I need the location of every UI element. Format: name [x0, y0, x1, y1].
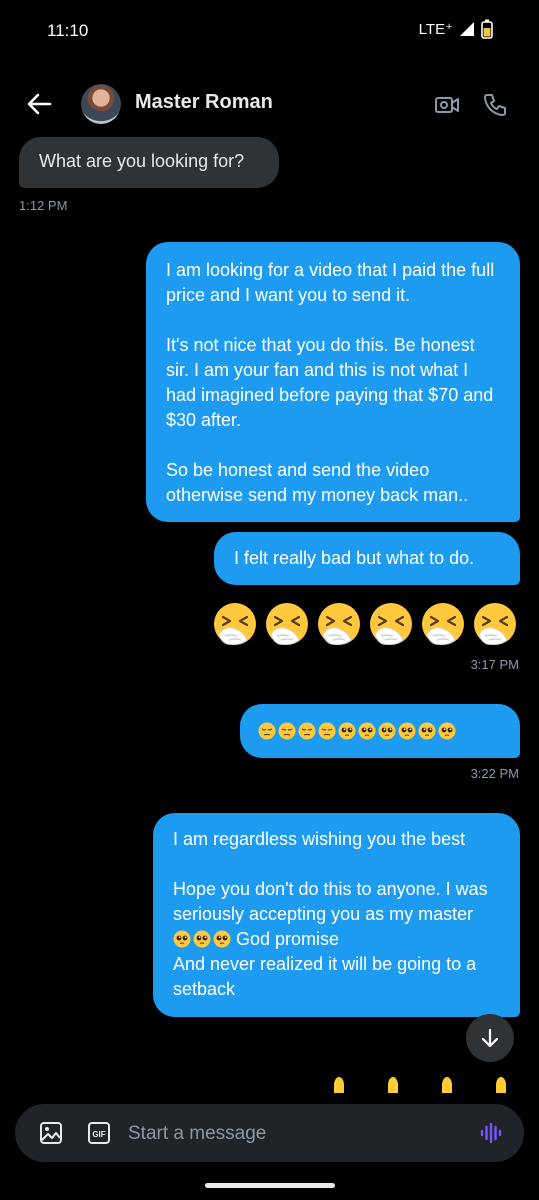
- message-paragraph: So be honest and send the video otherwis…: [166, 460, 469, 505]
- pleading-face-icon: [398, 722, 416, 740]
- pleading-face-icon: [418, 722, 436, 740]
- status-time: 11:10: [47, 21, 89, 40]
- pensive-face-icon: [318, 722, 336, 740]
- message-paragraph: I am regardless wishing you the best: [173, 829, 466, 849]
- sneezing-face-icon: [214, 603, 256, 645]
- pensive-face-icon: [258, 722, 276, 740]
- message-text: I felt really bad but what to do.: [234, 548, 475, 568]
- pleading-face-icon: [193, 930, 211, 948]
- emoji-partial: [442, 1077, 452, 1093]
- status-bar: 11:10 LTE⁺: [0, 0, 539, 60]
- incoming-message[interactable]: What are you looking for?: [19, 137, 279, 188]
- message-timestamp: 1:12 PM: [19, 198, 68, 213]
- message-text: What are you looking for?: [39, 151, 245, 171]
- emoji-partial: [496, 1077, 506, 1093]
- message-timestamp: 3:22 PM: [470, 766, 519, 781]
- phone-call-icon[interactable]: [481, 91, 509, 119]
- emoji-partial: [388, 1077, 398, 1093]
- message-paragraph: Hope you don't do this to anyone. I was …: [173, 877, 500, 952]
- video-call-icon[interactable]: [433, 91, 461, 119]
- status-icons: LTE⁺: [419, 19, 493, 39]
- sneezing-face-icon: [474, 603, 516, 645]
- outgoing-message[interactable]: I am looking for a video that I paid the…: [146, 242, 520, 522]
- scroll-to-bottom-button[interactable]: [466, 1014, 514, 1062]
- sneezing-face-icon: [370, 603, 412, 645]
- sneezing-face-icon: [318, 603, 360, 645]
- outgoing-message[interactable]: I am regardless wishing you the best Hop…: [153, 813, 520, 1017]
- pleading-face-icon: [438, 722, 456, 740]
- message-paragraph: It's not nice that you do this. Be hones…: [166, 335, 499, 430]
- inline-emoji-group: [173, 930, 231, 948]
- avatar[interactable]: [81, 84, 121, 124]
- svg-text:GIF: GIF: [92, 1130, 105, 1139]
- message-text: God promise: [236, 929, 340, 949]
- emoji-partial: [334, 1077, 344, 1093]
- outgoing-message[interactable]: I felt really bad but what to do.: [214, 532, 520, 585]
- chat-header: Master Roman: [0, 75, 539, 135]
- arrow-down-icon: [481, 1028, 499, 1048]
- pensive-face-icon: [298, 722, 316, 740]
- message-paragraph: And never realized it will be going to a…: [173, 954, 482, 999]
- pensive-face-icon: [278, 722, 296, 740]
- sneezing-face-icon: [266, 603, 308, 645]
- gif-icon[interactable]: GIF: [85, 1119, 113, 1147]
- contact-name[interactable]: Master Roman: [135, 91, 273, 114]
- voice-message-icon[interactable]: [477, 1119, 505, 1147]
- message-input[interactable]: Start a message: [128, 1123, 266, 1145]
- message-text: Hope you don't do this to anyone. I was …: [173, 879, 493, 924]
- home-indicator[interactable]: [205, 1183, 335, 1188]
- pleading-face-icon: [378, 722, 396, 740]
- image-icon[interactable]: [37, 1119, 65, 1147]
- message-composer: GIF Start a message: [15, 1104, 524, 1162]
- pleading-face-icon: [173, 930, 191, 948]
- signal-icon: [460, 22, 474, 36]
- emoji-message[interactable]: [211, 600, 519, 648]
- partial-emoji-message: [334, 1077, 506, 1093]
- pleading-face-icon: [213, 930, 231, 948]
- message-paragraph: I am looking for a video that I paid the…: [166, 260, 500, 305]
- outgoing-message[interactable]: [240, 704, 520, 758]
- sneezing-face-icon: [422, 603, 464, 645]
- message-timestamp: 3:17 PM: [470, 657, 519, 672]
- network-label: LTE⁺: [418, 21, 453, 38]
- pleading-face-icon: [358, 722, 376, 740]
- emoji-sequence: [258, 722, 456, 740]
- back-arrow-icon[interactable]: [24, 89, 54, 119]
- battery-icon: [481, 19, 493, 39]
- pleading-face-icon: [338, 722, 356, 740]
